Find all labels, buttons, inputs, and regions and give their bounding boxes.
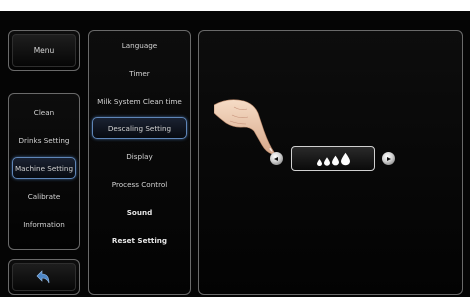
water-drop-icon bbox=[323, 157, 330, 166]
water-drop-icon bbox=[340, 152, 350, 166]
category-item-label: Drinks Setting bbox=[18, 135, 70, 145]
category-item-label: Machine Setting bbox=[14, 163, 74, 173]
setting-item-display[interactable]: Display bbox=[92, 145, 187, 167]
category-list: Clean Drinks Setting Machine Setting Cal… bbox=[8, 93, 80, 250]
setting-item-label: Display bbox=[126, 151, 153, 161]
menu-button-label: Menu bbox=[33, 46, 55, 55]
water-hardness-level-display bbox=[291, 146, 375, 171]
machine-settings-list: Language Timer Milk System Clean time De… bbox=[88, 30, 191, 295]
category-item-label: Information bbox=[23, 219, 65, 229]
category-item-machine-setting[interactable]: Machine Setting bbox=[12, 157, 76, 179]
category-item-label: Clean bbox=[33, 107, 55, 117]
category-item-clean[interactable]: Clean bbox=[12, 101, 76, 123]
category-item-label: Calibrate bbox=[27, 191, 61, 201]
menu-button-face: Menu bbox=[12, 34, 76, 67]
setting-item-label: Language bbox=[121, 40, 158, 50]
setting-item-sound[interactable]: Sound bbox=[92, 201, 187, 223]
setting-item-label: Descaling Setting bbox=[107, 123, 172, 133]
setting-item-label: Sound bbox=[126, 207, 153, 217]
setting-item-language[interactable]: Language bbox=[92, 34, 187, 56]
setting-item-timer[interactable]: Timer bbox=[92, 62, 187, 84]
setting-item-descaling-setting[interactable]: Descaling Setting bbox=[92, 117, 187, 139]
back-button[interactable] bbox=[8, 259, 80, 295]
setting-item-milk-system-clean-time[interactable]: Milk System Clean time bbox=[92, 90, 187, 112]
category-item-information[interactable]: Information bbox=[12, 213, 76, 235]
category-item-calibrate[interactable]: Calibrate bbox=[12, 185, 76, 207]
decrease-level-button[interactable] bbox=[270, 152, 283, 165]
pointing-hand-icon bbox=[214, 99, 275, 155]
setting-item-label: Timer bbox=[129, 68, 150, 78]
setting-item-label: Milk System Clean time bbox=[97, 96, 182, 106]
water-drop-icon bbox=[331, 155, 339, 166]
back-button-face bbox=[12, 263, 76, 291]
arrow-left-icon bbox=[274, 156, 278, 161]
setting-item-process-control[interactable]: Process Control bbox=[92, 173, 187, 195]
back-arrow-icon bbox=[36, 270, 50, 284]
arrow-right-icon bbox=[387, 156, 391, 161]
increase-level-button[interactable] bbox=[382, 152, 395, 165]
setting-item-reset-setting[interactable]: Reset Setting bbox=[92, 229, 187, 251]
setting-item-label: Reset Setting bbox=[111, 235, 168, 245]
category-item-drinks-setting[interactable]: Drinks Setting bbox=[12, 129, 76, 151]
water-drop-icon bbox=[316, 159, 322, 166]
setting-item-label: Process Control bbox=[111, 179, 168, 189]
menu-button[interactable]: Menu bbox=[8, 30, 80, 71]
